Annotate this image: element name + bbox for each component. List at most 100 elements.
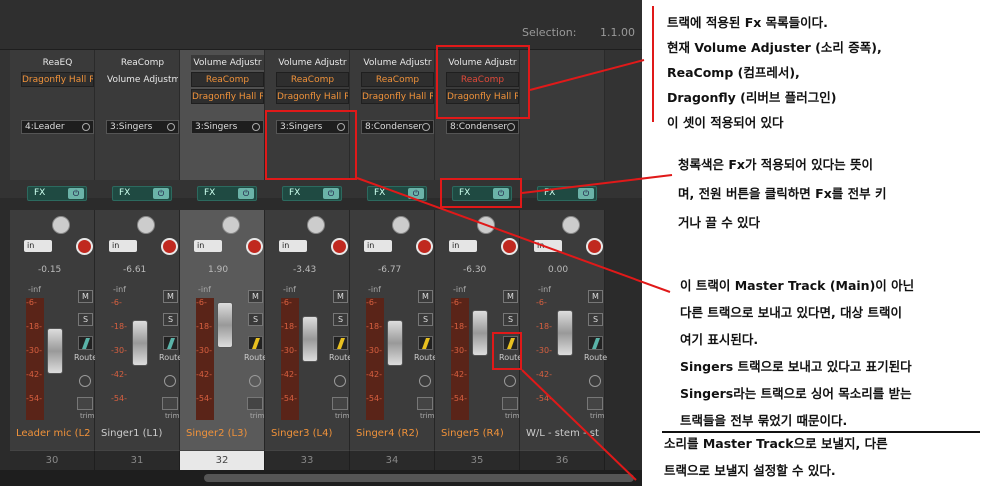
route-button[interactable] xyxy=(248,336,263,350)
track-number[interactable]: 35 xyxy=(435,450,520,470)
fx-slot[interactable]: Volume Adjustm xyxy=(106,72,179,87)
fx-slot[interactable]: Dragonfly Hall R xyxy=(276,89,349,104)
track-number[interactable]: 36 xyxy=(520,450,605,470)
fx-button[interactable]: FX ⏻ xyxy=(112,186,172,201)
volume-fader[interactable] xyxy=(47,328,63,374)
record-arm-button[interactable] xyxy=(246,238,263,255)
volume-fader[interactable] xyxy=(132,320,148,366)
record-arm-button[interactable] xyxy=(416,238,433,255)
track-strip[interactable]: ReaEQ Dragonfly Hall Re 4:Leader FX ⏻ in -0.15… xyxy=(10,50,97,470)
send-knob-icon[interactable] xyxy=(252,123,260,131)
input-select[interactable]: in xyxy=(364,240,392,252)
phase-invert-icon[interactable] xyxy=(164,375,176,387)
track-name[interactable]: Singer1 (L1) xyxy=(101,428,181,439)
track-number[interactable]: 31 xyxy=(95,450,180,470)
track-number[interactable]: 30 xyxy=(10,450,95,470)
input-select[interactable]: in xyxy=(24,240,52,252)
volume-fader[interactable] xyxy=(472,310,488,356)
solo-button[interactable]: S xyxy=(78,313,93,326)
scrollbar-thumb[interactable] xyxy=(204,474,634,482)
pan-knob-icon[interactable] xyxy=(222,216,240,234)
phase-invert-icon[interactable] xyxy=(504,375,516,387)
send-knob-icon[interactable] xyxy=(167,123,175,131)
send-knob-icon[interactable] xyxy=(507,123,515,131)
fx-button[interactable]: FX ⏻ xyxy=(367,186,427,201)
input-select[interactable]: in xyxy=(449,240,477,252)
track-strip[interactable]: ReaComp Volume Adjustm 3:Singers FX ⏻ in -6.61… xyxy=(95,50,182,470)
volume-fader[interactable] xyxy=(217,302,233,348)
fx-power-icon[interactable]: ⏻ xyxy=(68,188,84,199)
track-strip[interactable]: FX ⏻ in 0.00 -inf -6- -18- -30- -42- -54- M S Route t… xyxy=(520,50,607,470)
record-arm-button[interactable] xyxy=(76,238,93,255)
track-name[interactable]: Singer2 (L3) xyxy=(186,428,266,439)
fx-button[interactable]: FX ⏻ xyxy=(537,186,597,201)
send-knob-icon[interactable] xyxy=(422,123,430,131)
fx-slot[interactable]: Dragonfly Hall R xyxy=(191,89,264,104)
solo-button[interactable]: S xyxy=(418,313,433,326)
fx-slot[interactable]: Volume Adjustr xyxy=(191,55,264,70)
track-name[interactable]: Singer5 (R4) xyxy=(441,428,521,439)
fx-power-icon[interactable]: ⏻ xyxy=(323,188,339,199)
solo-button[interactable]: S xyxy=(163,313,178,326)
fx-slot[interactable]: Volume Adjustr xyxy=(276,55,349,70)
pan-knob-icon[interactable] xyxy=(392,216,410,234)
track-number[interactable]: 33 xyxy=(265,450,350,470)
input-select[interactable]: in xyxy=(534,240,562,252)
send-target[interactable]: 8:Condenser xyxy=(446,120,519,134)
phase-invert-icon[interactable] xyxy=(249,375,261,387)
track-strip[interactable]: Volume Adjustr ReaComp Dragonfly Hall R 3:S… xyxy=(180,50,267,470)
send-target[interactable]: 8:Condenser xyxy=(361,120,434,134)
phase-invert-icon[interactable] xyxy=(589,375,601,387)
fx-power-icon[interactable]: ⏻ xyxy=(408,188,424,199)
mute-button[interactable]: M xyxy=(333,290,348,303)
solo-button[interactable]: S xyxy=(503,313,518,326)
record-arm-button[interactable] xyxy=(501,238,518,255)
trim-envelope-icon[interactable] xyxy=(502,397,518,410)
input-select[interactable]: in xyxy=(194,240,222,252)
solo-button[interactable]: S xyxy=(333,313,348,326)
fx-power-icon[interactable]: ⏻ xyxy=(153,188,169,199)
mute-button[interactable]: M xyxy=(163,290,178,303)
trim-envelope-icon[interactable] xyxy=(247,397,263,410)
phase-invert-icon[interactable] xyxy=(419,375,431,387)
fx-chain-panel[interactable] xyxy=(520,50,605,180)
send-target[interactable]: 3:Singers xyxy=(191,120,264,134)
send-knob-icon[interactable] xyxy=(82,123,90,131)
trim-envelope-icon[interactable] xyxy=(162,397,178,410)
fx-power-icon[interactable]: ⏻ xyxy=(578,188,594,199)
mute-button[interactable]: M xyxy=(588,290,603,303)
route-button[interactable] xyxy=(418,336,433,350)
fx-button[interactable]: FX ⏻ xyxy=(27,186,87,201)
fx-slot[interactable]: ReaEQ xyxy=(21,55,94,70)
input-select[interactable]: in xyxy=(109,240,137,252)
volume-fader[interactable] xyxy=(387,320,403,366)
mute-button[interactable]: M xyxy=(78,290,93,303)
fx-slot[interactable]: ReaComp xyxy=(361,72,434,87)
record-arm-button[interactable] xyxy=(331,238,348,255)
fx-slot[interactable]: ReaComp xyxy=(276,72,349,87)
pan-knob-icon[interactable] xyxy=(307,216,325,234)
trim-envelope-icon[interactable] xyxy=(587,397,603,410)
solo-button[interactable]: S xyxy=(588,313,603,326)
track-name[interactable]: Singer4 (R2) xyxy=(356,428,436,439)
phase-invert-icon[interactable] xyxy=(334,375,346,387)
track-number[interactable]: 32 xyxy=(180,450,265,470)
phase-invert-icon[interactable] xyxy=(79,375,91,387)
mute-button[interactable]: M xyxy=(503,290,518,303)
fx-slot[interactable]: Dragonfly Hall Re xyxy=(21,72,94,87)
fx-power-icon[interactable]: ⏻ xyxy=(238,188,254,199)
track-name[interactable]: Singer3 (L4) xyxy=(271,428,351,439)
pan-knob-icon[interactable] xyxy=(137,216,155,234)
route-button[interactable] xyxy=(78,336,93,350)
input-select[interactable]: in xyxy=(279,240,307,252)
mute-button[interactable]: M xyxy=(248,290,263,303)
fx-slot[interactable]: ReaComp xyxy=(106,55,179,70)
trim-envelope-icon[interactable] xyxy=(332,397,348,410)
pan-knob-icon[interactable] xyxy=(52,216,70,234)
fx-button[interactable]: FX ⏻ xyxy=(282,186,342,201)
trim-envelope-icon[interactable] xyxy=(77,397,93,410)
volume-fader[interactable] xyxy=(557,310,573,356)
fx-slot[interactable]: ReaComp xyxy=(191,72,264,87)
send-target[interactable]: 3:Singers xyxy=(106,120,179,134)
track-strip[interactable]: Volume Adjustr ReaComp Dragonfly Hall R 8:C… xyxy=(350,50,437,470)
